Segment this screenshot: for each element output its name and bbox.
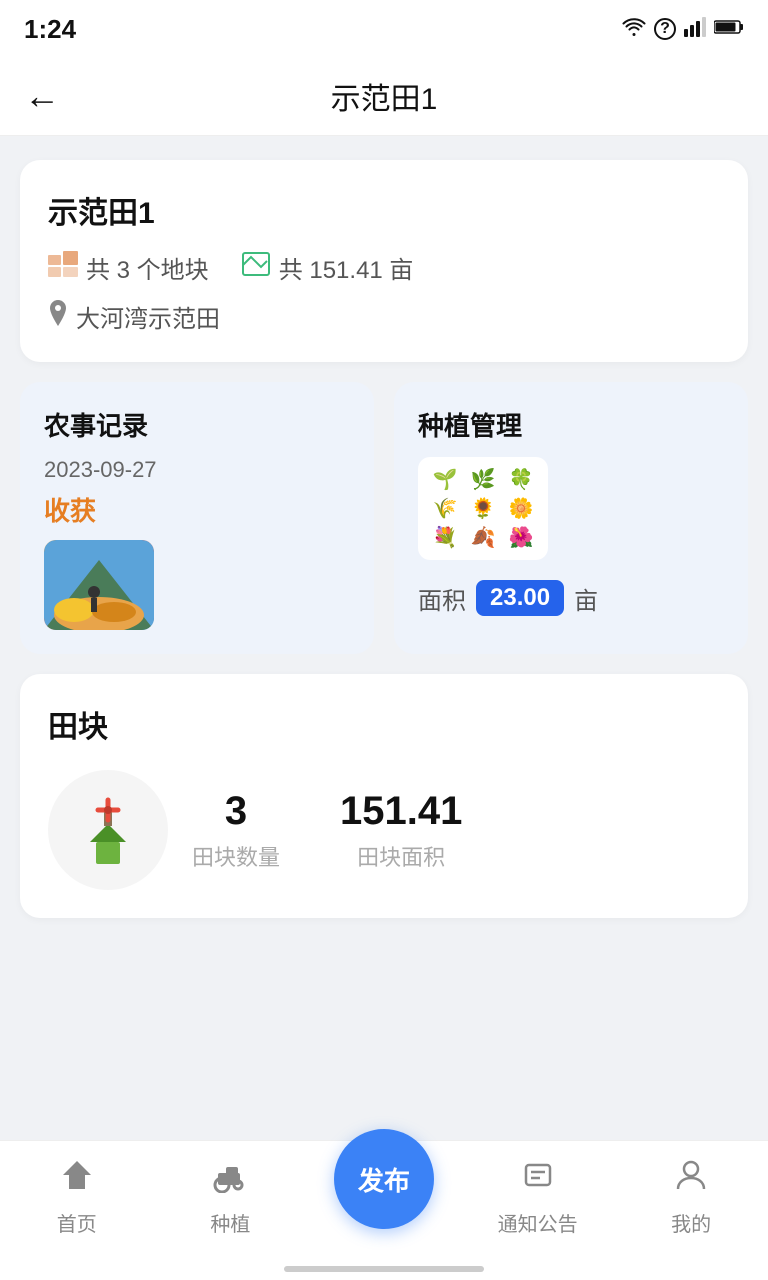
battery-icon — [714, 19, 744, 40]
main-content: 示范田1 共 3 个地块 — [0, 136, 768, 1122]
area-stat: 共 151.41 亩 — [241, 250, 414, 285]
signal-icon — [684, 17, 706, 42]
mine-icon — [673, 1157, 709, 1202]
area-label: 面积 — [418, 581, 466, 616]
back-button[interactable]: ← — [24, 78, 60, 114]
planting-title: 种植管理 — [418, 406, 724, 443]
tab-plant[interactable]: 种植 — [154, 1157, 308, 1237]
status-bar: 1:24 ? — [0, 0, 768, 56]
grid-cell-9: 🌺 — [504, 525, 538, 550]
planting-management-card[interactable]: 种植管理 🌱 🌿 🍀 🌾 🌻 🌼 💐 🍂 🌺 面积 23.00 — [394, 382, 748, 654]
area-text: 共 151.41 亩 — [279, 250, 414, 285]
tab-home[interactable]: 首页 — [0, 1157, 154, 1237]
fields-card: 田块 3 — [20, 674, 748, 918]
grid-cell-5: 🌻 — [466, 496, 500, 521]
farm-stats: 共 3 个地块 共 151.41 亩 — [48, 250, 720, 285]
grid-cell-8: 🍂 — [466, 525, 500, 550]
grid-cell-2: 🌿 — [466, 467, 500, 492]
block-icon — [48, 251, 78, 284]
status-time: 1:24 — [24, 14, 76, 45]
farm-records-title: 农事记录 — [44, 406, 350, 443]
publish-button[interactable]: 发布 — [334, 1129, 434, 1229]
location-icon — [48, 300, 68, 333]
status-icons: ? — [622, 17, 744, 42]
field-area-label: 田块面积 — [357, 840, 445, 872]
record-type: 收获 — [44, 491, 350, 528]
tab-mine-label: 我的 — [671, 1208, 711, 1237]
record-date: 2023-09-27 — [44, 457, 350, 483]
plant-icon — [212, 1157, 248, 1202]
record-image — [44, 540, 154, 630]
field-stats: 3 田块数量 151.41 田块面积 — [192, 789, 462, 872]
grid-cell-3: 🍀 — [504, 467, 538, 492]
tab-notice[interactable]: 通知公告 — [461, 1157, 615, 1237]
farm-records-card[interactable]: 农事记录 2023-09-27 收获 — [20, 382, 374, 654]
grid-cell-7: 💐 — [428, 525, 462, 550]
field-area-value: 151.41 — [340, 789, 462, 834]
publish-button-label: 发布 — [358, 1161, 410, 1198]
home-indicator — [284, 1266, 484, 1272]
planting-area-row: 面积 23.00 亩 — [418, 580, 724, 616]
area-icon — [241, 251, 271, 284]
tab-notice-label: 通知公告 — [498, 1208, 578, 1237]
notice-icon — [520, 1157, 556, 1202]
field-count-stat: 3 田块数量 — [192, 789, 280, 872]
wifi-icon — [622, 17, 646, 42]
tab-mine[interactable]: 我的 — [614, 1157, 768, 1237]
area-value-badge: 23.00 — [476, 580, 564, 616]
question-icon: ? — [654, 18, 676, 40]
area-suffix: 亩 — [574, 581, 598, 616]
farm-name: 示范田1 — [48, 188, 720, 232]
tab-publish[interactable]: 发布 — [307, 1129, 461, 1229]
grid-cell-6: 🌼 — [504, 496, 538, 521]
farm-info-card: 示范田1 共 3 个地块 — [20, 160, 748, 362]
planting-image-grid: 🌱 🌿 🍀 🌾 🌻 🌼 💐 🍂 🌺 — [418, 457, 548, 560]
field-icon-circle — [48, 770, 168, 890]
farm-location: 大河湾示范田 — [48, 299, 720, 334]
field-area-stat: 151.41 田块面积 — [340, 789, 462, 872]
location-text: 大河湾示范田 — [76, 299, 220, 334]
home-icon — [59, 1157, 95, 1202]
block-count-stat: 共 3 个地块 — [48, 250, 209, 285]
field-count-label: 田块数量 — [192, 840, 280, 872]
field-count-value: 3 — [225, 789, 247, 834]
tab-bar: 首页 种植 发布 通知 — [0, 1140, 768, 1280]
grid-cell-1: 🌱 — [428, 467, 462, 492]
tab-home-label: 首页 — [57, 1208, 97, 1237]
fields-title: 田块 — [48, 702, 720, 746]
block-count-text: 共 3 个地块 — [86, 250, 209, 285]
page-title: 示范田1 — [331, 74, 438, 118]
grid-cell-4: 🌾 — [428, 496, 462, 521]
field-item: 3 田块数量 151.41 田块面积 — [48, 770, 720, 890]
tab-plant-label: 种植 — [210, 1208, 250, 1237]
nav-bar: ← 示范田1 — [0, 56, 768, 136]
two-column-row: 农事记录 2023-09-27 收获 — [20, 382, 748, 654]
